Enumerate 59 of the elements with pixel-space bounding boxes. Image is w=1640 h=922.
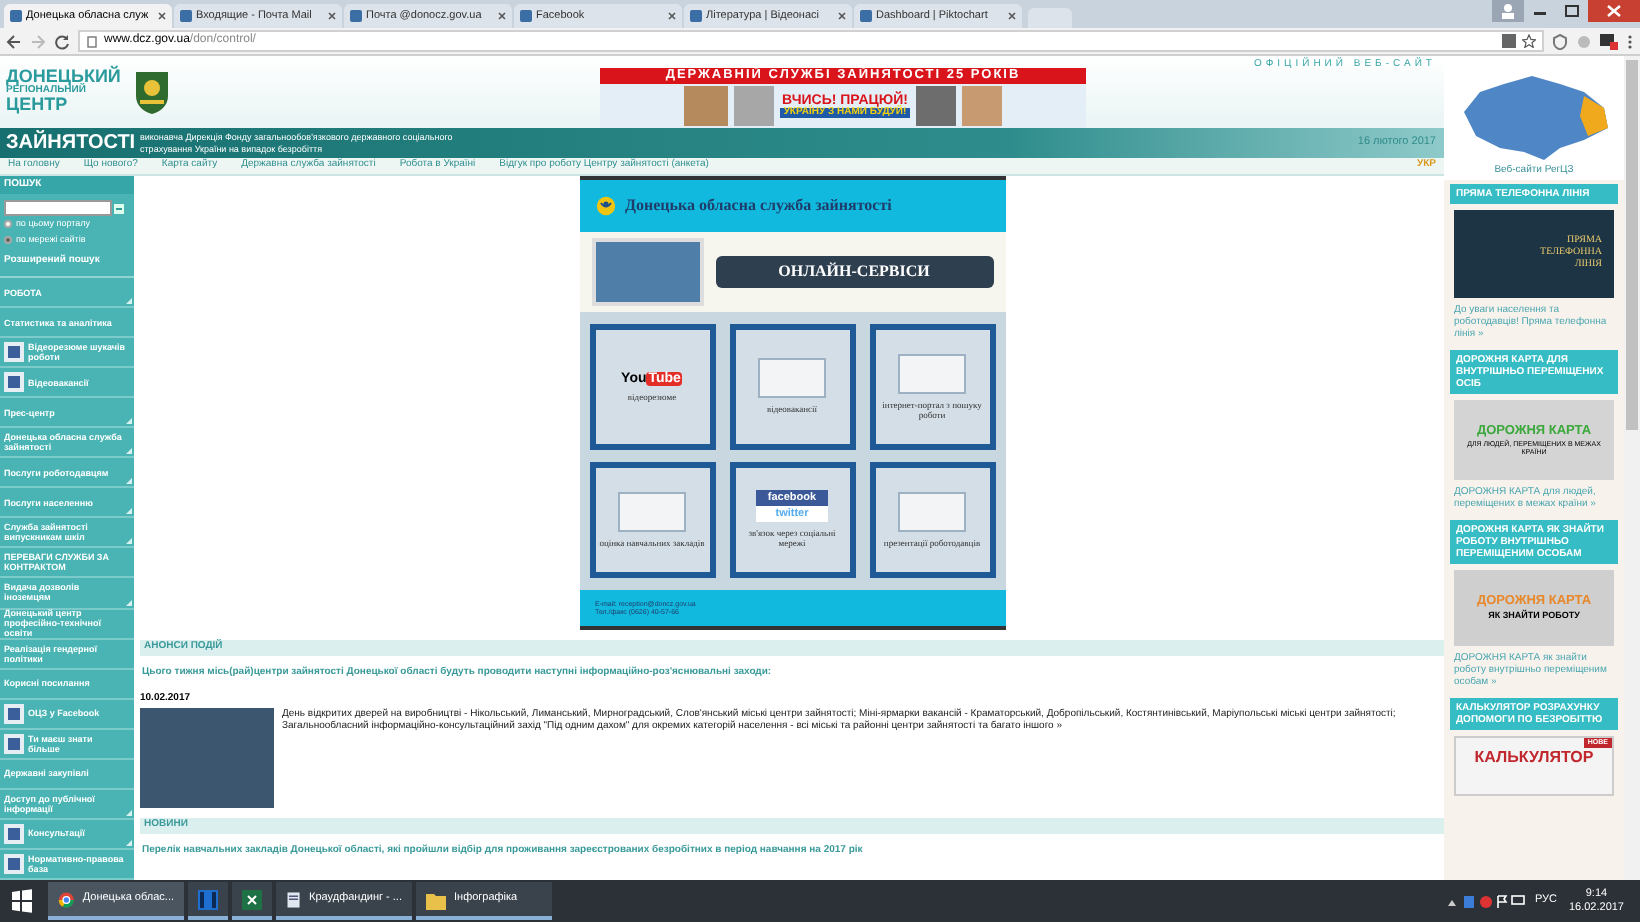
favicon-icon [10, 10, 22, 22]
radio-button[interactable] [4, 220, 12, 229]
favicon-icon [180, 10, 192, 22]
close-tab-icon[interactable] [158, 12, 166, 20]
close-tab-icon[interactable] [668, 12, 676, 20]
favicon-icon [690, 10, 702, 22]
thumbnail-image [8, 737, 20, 750]
photo-placeholder [683, 86, 728, 126]
logo-text: ЗАЙНЯТОСТІ [4, 133, 138, 153]
close-tab-icon[interactable] [328, 12, 336, 20]
thumbnail-image [8, 707, 20, 720]
browser-icon [58, 889, 75, 909]
photo-placeholder [916, 86, 957, 126]
thumbnail-image [8, 376, 20, 389]
close-icon [1588, 0, 1640, 22]
favicon-icon [860, 10, 872, 22]
favicon-icon [350, 10, 362, 22]
logo-text: ДОНЕЦЬКИЙ [6, 68, 121, 86]
coat-of-arms-icon [132, 68, 173, 116]
reload-icon [54, 33, 70, 49]
employment-service-logo-icon [595, 196, 615, 216]
picture-placeholder [898, 491, 966, 532]
scrollbar[interactable] [1624, 56, 1640, 880]
user-icon [1492, 0, 1524, 22]
infographic-title: Донецька обласна служба зайнятості [625, 194, 892, 218]
close-tab-icon[interactable] [498, 12, 506, 20]
picture-placeholder [618, 491, 686, 532]
minimize-icon [1534, 12, 1546, 16]
search-field[interactable] [4, 200, 112, 216]
menu-icon [1626, 33, 1634, 49]
photo-placeholder [733, 86, 774, 126]
bookmark-star-icon [1522, 34, 1536, 48]
favicon-icon [520, 10, 532, 22]
photo-placeholder [140, 708, 274, 808]
folder-icon [426, 889, 446, 909]
thumbnail-image [8, 857, 20, 870]
scrollbar-thumb[interactable] [1626, 60, 1638, 430]
page-icon [86, 35, 98, 47]
search-go-icon [114, 203, 124, 213]
close-tab-icon[interactable] [838, 12, 846, 20]
picture-placeholder [898, 353, 966, 394]
taskbar-button[interactable] [232, 882, 272, 920]
close-tab-icon[interactable] [1008, 12, 1016, 20]
radio-button[interactable] [4, 236, 12, 245]
logo-text: ЦЕНТР [6, 96, 70, 114]
video-app-icon [198, 889, 218, 909]
document-icon [286, 889, 302, 909]
shield-icon [1552, 33, 1568, 49]
ribbon-banner: ОНЛАЙН-СЕРВІСИ [715, 256, 993, 288]
photo-placeholder [591, 238, 703, 306]
photo-placeholder [962, 86, 1003, 126]
taskbar-button[interactable] [188, 882, 228, 920]
tray-icons [1446, 893, 1527, 909]
spreadsheet-icon [242, 889, 262, 909]
thumbnail-image [8, 827, 20, 840]
picture-placeholder [758, 358, 826, 399]
forward-icon [30, 33, 46, 49]
thumbnail-image [8, 346, 20, 359]
back-icon [6, 33, 22, 49]
